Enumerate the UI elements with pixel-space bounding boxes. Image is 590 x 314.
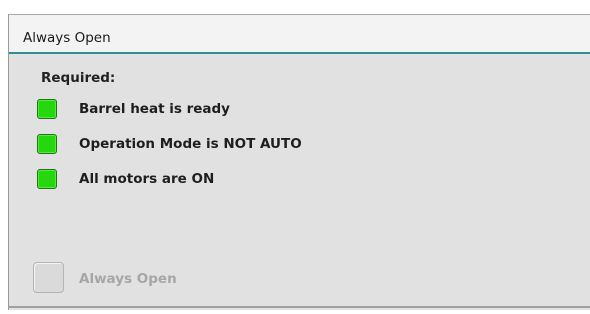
condition-label: Barrel heat is ready	[79, 101, 230, 117]
required-label: Required:	[41, 70, 116, 86]
panel-title: Always Open	[23, 30, 111, 46]
header-underline	[9, 52, 590, 54]
panel-bottom-border	[8, 306, 590, 308]
status-led-icon	[37, 169, 57, 189]
panel-header: Always Open	[9, 15, 590, 52]
condition-label: All motors are ON	[79, 171, 215, 187]
always-open-label[interactable]: Always Open	[79, 271, 177, 287]
condition-label: Operation Mode is NOT AUTO	[79, 136, 302, 152]
status-led-icon	[37, 99, 57, 119]
always-open-checkbox[interactable]	[33, 262, 64, 293]
window-top-strip	[0, 0, 590, 14]
status-led-icon	[37, 134, 57, 154]
always-open-panel: Always Open Required: Barrel heat is rea…	[8, 14, 590, 310]
